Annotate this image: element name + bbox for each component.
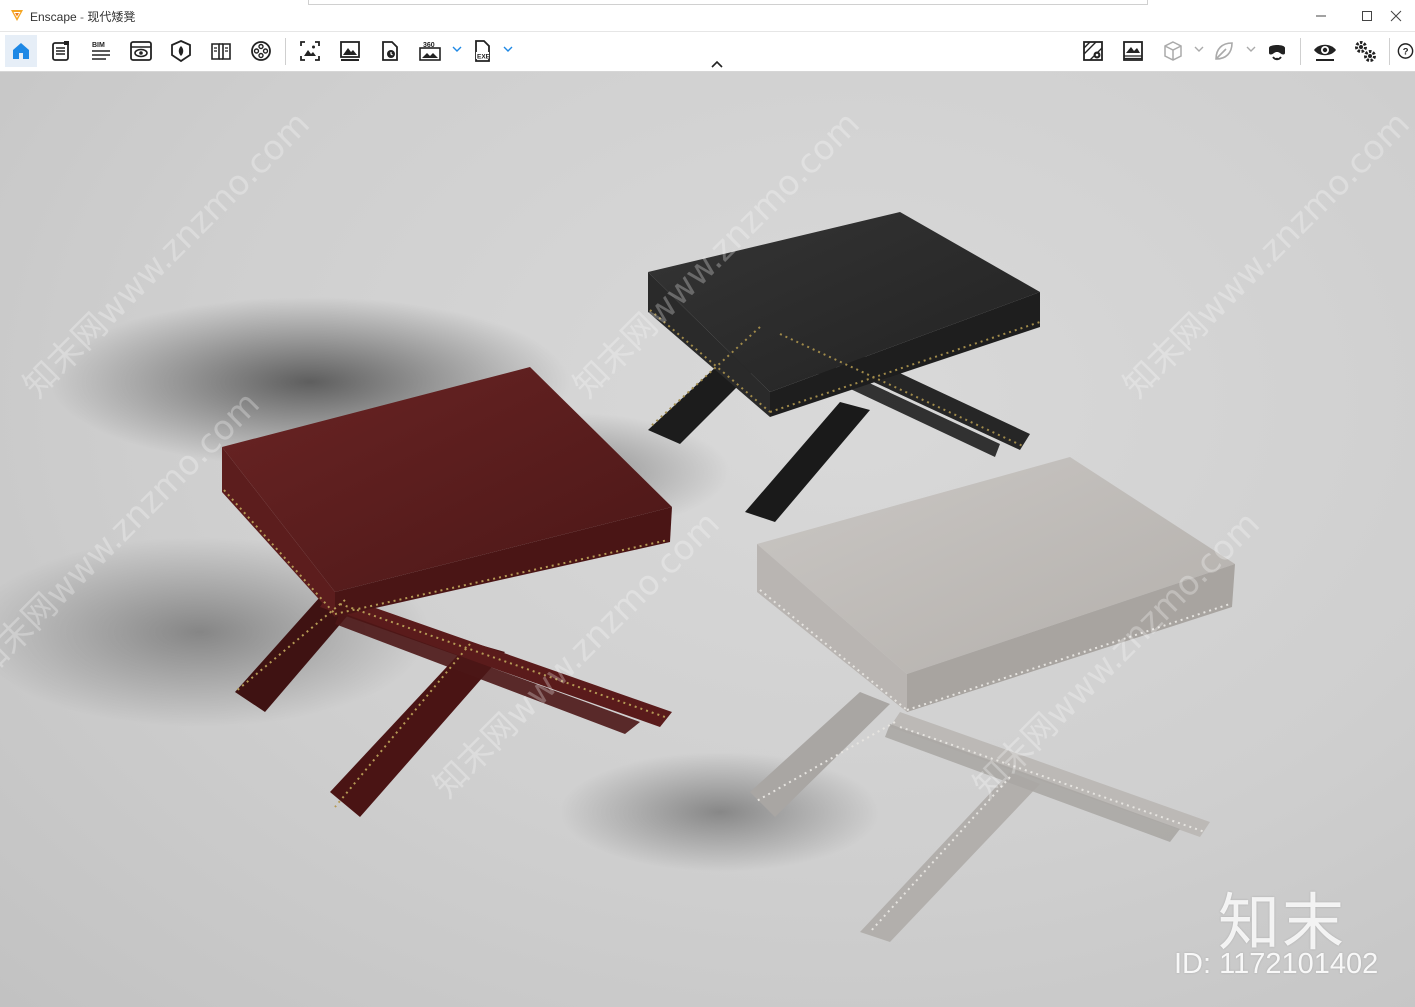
grey-stool-shadow xyxy=(560,752,880,872)
exe-export-icon: EXE xyxy=(475,40,491,62)
app-name: Enscape xyxy=(30,10,77,24)
image-export-button[interactable] xyxy=(334,35,366,67)
bim-button[interactable]: BIM xyxy=(85,35,117,67)
panorama-360-button[interactable]: 360 xyxy=(414,35,446,67)
toolbar-separator xyxy=(285,38,286,65)
map-button[interactable] xyxy=(1077,35,1109,67)
maximize-button[interactable] xyxy=(1344,0,1390,31)
minimize-button[interactable] xyxy=(1298,0,1344,31)
svg-text:?: ? xyxy=(1403,47,1409,58)
screenshot-icon xyxy=(300,41,320,61)
document-list-icon xyxy=(52,41,69,61)
view-mode-icon xyxy=(130,41,152,61)
view-mode-button[interactable] xyxy=(125,35,157,67)
exe-dropdown-chevron-icon[interactable] xyxy=(503,44,513,54)
vr-headset-icon xyxy=(1269,45,1285,61)
settings-button[interactable] xyxy=(1349,35,1381,67)
cube-view-icon xyxy=(1164,41,1182,61)
visibility-button[interactable] xyxy=(1309,35,1341,67)
exe-export-button[interactable]: EXE xyxy=(466,35,498,67)
book-icon xyxy=(211,43,231,60)
render-settings-icon xyxy=(1123,41,1143,61)
panorama-dropdown-chevron-icon[interactable] xyxy=(452,44,462,54)
map-icon xyxy=(1083,41,1103,61)
leaf-icon xyxy=(1215,42,1233,60)
cube-dropdown-chevron-icon[interactable] xyxy=(1194,44,1204,54)
svg-text:EXE: EXE xyxy=(477,54,491,61)
main-toolbar: BIM 360 EXE ? xyxy=(0,32,1415,72)
asset-library-icon xyxy=(171,40,191,63)
vr-headset-button[interactable] xyxy=(1261,35,1293,67)
settings-gears-icon xyxy=(1355,41,1376,62)
help-icon: ? xyxy=(1397,43,1414,59)
document-list-button[interactable] xyxy=(45,35,77,67)
maximize-icon xyxy=(1362,10,1372,21)
vegetation-dropdown-chevron-icon[interactable] xyxy=(1246,44,1256,54)
image-export-icon xyxy=(340,41,360,61)
bim-icon: BIM xyxy=(92,42,110,60)
batch-render-icon xyxy=(382,41,398,61)
render-settings-button[interactable] xyxy=(1117,35,1149,67)
video-editor-button[interactable] xyxy=(245,35,277,67)
watermark-id: ID: 1172101402 xyxy=(1174,948,1379,980)
enscape-logo-icon xyxy=(11,10,23,21)
visibility-icon xyxy=(1314,44,1336,61)
collapse-toolbar-chevron-icon[interactable] xyxy=(710,59,724,69)
toolbar-separator xyxy=(1300,38,1301,65)
minimize-icon xyxy=(1316,15,1326,16)
toolbar-separator xyxy=(1389,38,1390,65)
batch-render-button[interactable] xyxy=(374,35,406,67)
vegetation-button[interactable] xyxy=(1208,35,1240,67)
cube-view-button[interactable] xyxy=(1157,35,1189,67)
book-button[interactable] xyxy=(205,35,237,67)
render-viewport[interactable]: 知末网www.znzmo.com 知末网www.znzmo.com 知末网www… xyxy=(0,72,1415,1007)
close-button[interactable] xyxy=(1390,0,1415,31)
svg-text:BIM: BIM xyxy=(92,42,105,49)
home-button[interactable] xyxy=(5,35,37,67)
title-separator: - xyxy=(80,10,85,24)
home-icon xyxy=(13,43,29,59)
grey-velvet-stool xyxy=(750,457,1235,942)
help-button[interactable]: ? xyxy=(1396,35,1415,67)
title-bar: Enscape - 现代矮凳 xyxy=(0,0,1415,32)
close-icon xyxy=(1390,10,1402,21)
film-reel-icon xyxy=(251,41,271,61)
asset-library-button[interactable] xyxy=(165,35,197,67)
window-title: Enscape - 现代矮凳 xyxy=(30,8,135,25)
document-name: 现代矮凳 xyxy=(87,10,136,24)
panorama-360-icon: 360 xyxy=(419,42,441,61)
title-tab-strip xyxy=(308,0,1148,5)
screenshot-button[interactable] xyxy=(294,35,326,67)
